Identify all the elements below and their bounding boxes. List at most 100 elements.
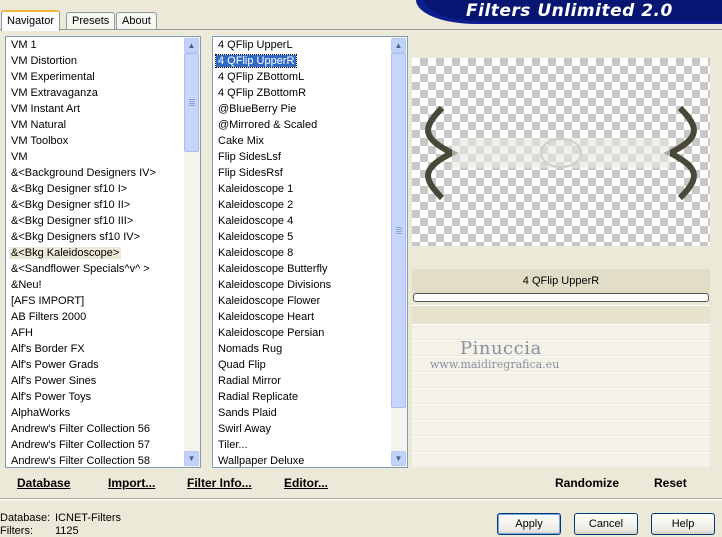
parameter-slider[interactable] [413,293,709,302]
category-list[interactable]: VM 1 VM Distortion VM Experimental VM Extra… [5,36,201,468]
list-item[interactable]: Tiler... [213,437,333,453]
list-item[interactable]: Kaleidoscope 1 [213,181,333,197]
list-item[interactable]: Flip SidesRsf [213,165,333,181]
list-item-label: VM Experimental [11,71,95,83]
list-item[interactable]: Kaleidoscope 5 [213,229,333,245]
list-item[interactable]: VM Toolbox [6,133,158,149]
list-item[interactable]: Alf's Power Grads [6,357,158,373]
list-item[interactable]: Kaleidoscope 8 [213,245,333,261]
list-item[interactable]: 4 QFlip ZBottomL [213,69,333,85]
import-button[interactable]: Import... [108,476,155,490]
list-item[interactable]: &Neu! [6,277,158,293]
list-item[interactable]: &<Bkg Designer sf10 I> [6,181,158,197]
list-item-label: Kaleidoscope 4 [218,215,294,227]
list-item[interactable]: AFH [6,325,158,341]
list-item[interactable]: &<Bkg Designers sf10 IV> [6,229,158,245]
cancel-button[interactable]: Cancel [574,513,638,535]
scroll-down-icon[interactable]: ▼ [391,451,406,466]
parameter-row [412,340,710,355]
list-item-label: Kaleidoscope Persian [218,327,325,339]
list-item[interactable]: Swirl Away [213,421,333,437]
list-item[interactable]: Kaleidoscope Heart [213,309,333,325]
list-item[interactable]: VM Natural [6,117,158,133]
list-item-label: Andrew's Filter Collection 56 [11,423,151,435]
list-item[interactable]: Sands Plaid [213,405,333,421]
list-item-label: 4 QFlip UpperR [214,54,298,68]
list-item-label: 4 QFlip UpperL [218,39,293,51]
list-item-label: Nomads Rug [218,343,283,355]
filter-scrollbar[interactable]: ▲ ▼ [391,37,407,467]
list-item[interactable]: &<Sandflower Specials^v^ > [6,261,158,277]
scroll-thumb[interactable] [184,53,199,152]
list-item[interactable]: Radial Mirror [213,373,333,389]
list-item[interactable]: Kaleidoscope Butterfly [213,261,333,277]
parameter-row [412,324,710,339]
category-scrollbar[interactable]: ▲ ▼ [184,37,200,467]
list-item[interactable]: Alf's Power Sines [6,373,158,389]
list-item[interactable]: AlphaWorks [6,405,158,421]
preview-graphic [425,105,697,201]
list-item[interactable]: 4 QFlip ZBottomR [213,85,333,101]
randomize-button[interactable]: Randomize [555,476,619,490]
list-item-label: Kaleidoscope 5 [218,231,294,243]
list-item[interactable]: [AFS IMPORT] [6,293,158,309]
editor-button[interactable]: Editor... [284,476,328,490]
list-item[interactable]: &<Bkg Designer sf10 III> [6,213,158,229]
list-item-label: Kaleidoscope Heart [218,311,315,323]
list-item[interactable]: &<Bkg Designer sf10 II> [6,197,158,213]
filter-list[interactable]: 4 QFlip UpperL 4 QFlip UpperR 4 QFlip ZBot… [212,36,408,468]
list-item[interactable]: &<Bkg Kaleidoscope> [6,245,158,261]
list-item[interactable]: Kaleidoscope Divisions [213,277,333,293]
scroll-down-icon[interactable]: ▼ [184,451,199,466]
list-item-label: &<Sandflower Specials^v^ > [11,263,150,275]
tab-navigator[interactable]: Navigator [1,10,61,31]
filter-info-button[interactable]: Filter Info... [187,476,252,490]
list-item-label: &<Bkg Designers sf10 IV> [11,231,141,243]
list-item[interactable]: Andrew's Filter Collection 56 [6,421,158,437]
apply-button[interactable]: Apply [497,513,561,535]
list-item[interactable]: AB Filters 2000 [6,309,158,325]
list-item[interactable]: Kaleidoscope Flower [213,293,333,309]
scroll-thumb[interactable] [391,53,406,408]
list-item-label: Kaleidoscope Divisions [218,279,332,291]
list-item[interactable]: VM Extravaganza [6,85,158,101]
help-button[interactable]: Help [651,513,715,535]
list-item[interactable]: VM Distortion [6,53,158,69]
database-button[interactable]: Database [17,476,70,490]
list-item[interactable]: Nomads Rug [213,341,333,357]
tab-about[interactable]: About [116,12,157,29]
parameter-row [412,305,710,324]
list-item[interactable]: Andrew's Filter Collection 57 [6,437,158,453]
scroll-up-icon[interactable]: ▲ [184,38,199,53]
reset-button[interactable]: Reset [654,476,687,490]
list-item[interactable]: Kaleidoscope 2 [213,197,333,213]
list-item[interactable]: Cake Mix [213,133,333,149]
list-item[interactable]: 4 QFlip UpperL [213,37,333,53]
list-item-label: VM Natural [11,119,67,131]
list-item[interactable]: @BlueBerry Pie [213,101,333,117]
list-item-label: AFH [11,327,33,339]
list-item[interactable]: VM Experimental [6,69,158,85]
list-item[interactable]: Alf's Border FX [6,341,158,357]
list-item-label: VM [11,151,28,163]
list-item[interactable]: @Mirrored & Scaled [213,117,333,133]
list-item[interactable]: Quad Flip [213,357,333,373]
list-item-label: VM 1 [11,39,37,51]
list-item-label: &Neu! [11,279,42,291]
list-item[interactable]: 4 QFlip UpperR [213,53,333,69]
list-item[interactable]: Kaleidoscope Persian [213,325,333,341]
list-item[interactable]: &<Background Designers IV> [6,165,158,181]
list-item[interactable]: VM 1 [6,37,158,53]
list-item[interactable]: Kaleidoscope 4 [213,213,333,229]
tab-presets[interactable]: Presets [66,12,116,29]
list-item[interactable]: Andrew's Filter Collection 58 [6,453,158,467]
list-item-label: [AFS IMPORT] [11,295,85,307]
list-item[interactable]: Radial Replicate [213,389,333,405]
list-item[interactable]: Flip SidesLsf [213,149,333,165]
list-item-label: Kaleidoscope 1 [218,183,294,195]
list-item[interactable]: VM Instant Art [6,101,158,117]
list-item[interactable]: VM [6,149,158,165]
list-item[interactable]: Alf's Power Toys [6,389,158,405]
list-item[interactable]: Wallpaper Deluxe [213,453,333,467]
scroll-up-icon[interactable]: ▲ [391,38,406,53]
